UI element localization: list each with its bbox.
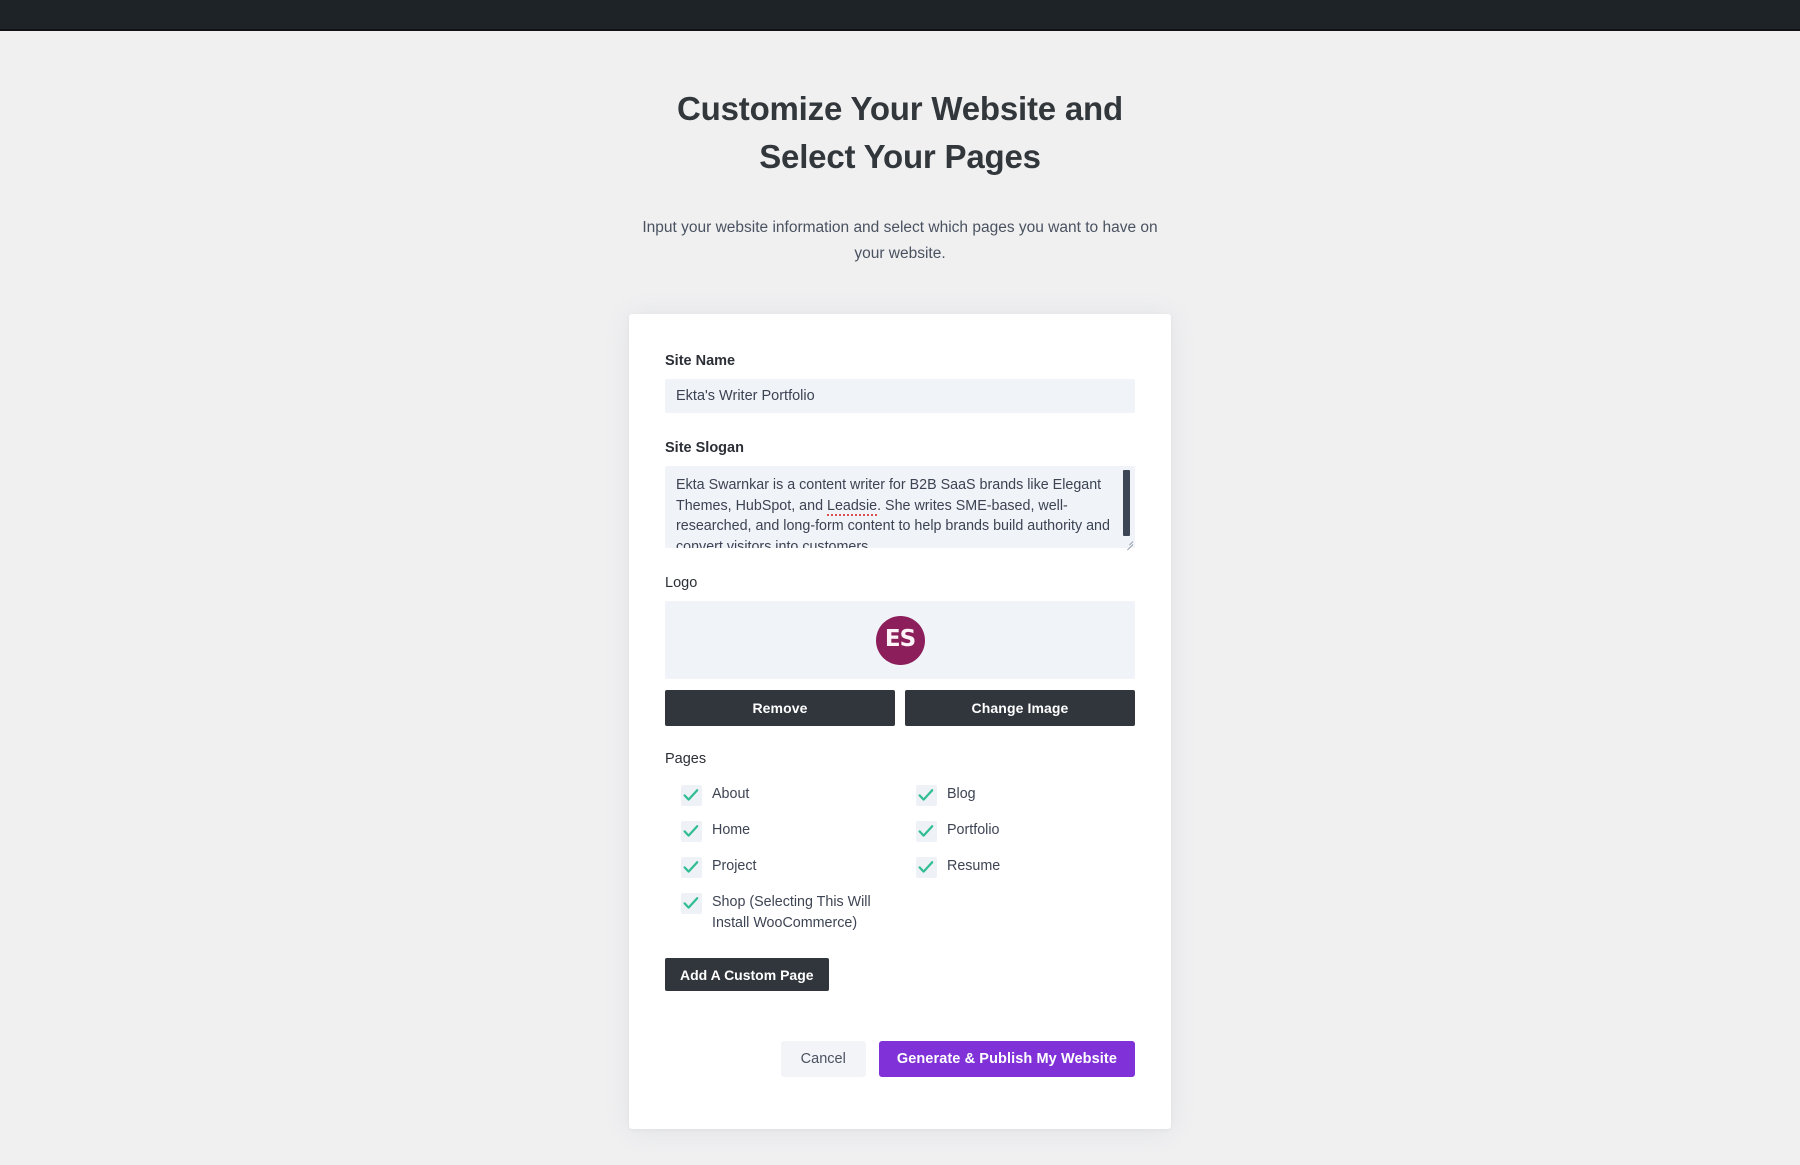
pages-checkbox-grid: About Blog Home Portfolio Project Resume… — [665, 777, 1135, 941]
page-label: Resume — [947, 858, 1001, 874]
page-label: About — [712, 786, 750, 802]
page-label: Blog — [947, 786, 976, 802]
page-container: Customize Your Website and Select Your P… — [0, 33, 1800, 1165]
checkmark-icon[interactable] — [681, 893, 702, 914]
textarea-scrollbar-thumb[interactable] — [1123, 470, 1130, 536]
page-label: Portfolio — [947, 822, 1000, 838]
site-slogan-label: Site Slogan — [665, 440, 744, 456]
logo-preview-box[interactable]: ES — [665, 601, 1135, 679]
site-name-input[interactable] — [665, 379, 1135, 413]
site-slogan-field-group: Site Slogan Ekta Swarnkar is a content w… — [665, 439, 1135, 551]
remove-logo-button[interactable]: Remove — [665, 690, 895, 726]
page-checkbox-resume[interactable]: Resume — [900, 849, 1135, 885]
form-footer-actions: Cancel Generate & Publish My Website — [665, 1041, 1135, 1077]
checkmark-icon[interactable] — [681, 821, 702, 842]
checkmark-icon[interactable] — [916, 785, 937, 806]
page-checkbox-shop[interactable]: Shop (Selecting This Will Install WooCom… — [665, 885, 900, 941]
page-label: Project — [712, 858, 757, 874]
generate-publish-button[interactable]: Generate & Publish My Website — [878, 1041, 1135, 1077]
change-image-button[interactable]: Change Image — [905, 690, 1135, 726]
logo-initials: ES — [884, 625, 916, 652]
page-checkbox-home[interactable]: Home — [665, 813, 900, 849]
site-name-field-group: Site Name — [665, 352, 1135, 413]
page-label: Shop (Selecting This Will Install WooCom… — [712, 894, 871, 931]
add-custom-page-button[interactable]: Add A Custom Page — [665, 958, 829, 991]
site-name-label: Site Name — [665, 353, 736, 369]
misspelled-word: Leadsie — [827, 497, 878, 516]
checkmark-icon[interactable] — [916, 857, 937, 878]
site-slogan-textarea[interactable]: Ekta Swarnkar is a content writer for B2… — [665, 466, 1135, 548]
page-label: Home — [712, 822, 751, 838]
page-subtitle: Input your website information and selec… — [642, 219, 1158, 262]
cancel-button[interactable]: Cancel — [780, 1041, 866, 1077]
logo-image: ES — [875, 615, 925, 665]
checkmark-icon[interactable] — [681, 785, 702, 806]
page-checkbox-about[interactable]: About — [665, 777, 900, 813]
logo-label: Logo — [665, 575, 698, 591]
checkmark-icon[interactable] — [916, 821, 937, 842]
page-checkbox-project[interactable]: Project — [665, 849, 900, 885]
logo-field-group: Logo ES Remove Change Image — [665, 574, 1135, 726]
logo-button-row: Remove Change Image — [665, 690, 1135, 726]
page-checkbox-blog[interactable]: Blog — [900, 777, 1135, 813]
page-checkbox-portfolio[interactable]: Portfolio — [900, 813, 1135, 849]
customize-form-card: Site Name Site Slogan Ekta Swarnkar is a… — [629, 314, 1171, 1129]
form-card-wrapper: Site Name Site Slogan Ekta Swarnkar is a… — [629, 314, 1171, 1129]
hero-section: Customize Your Website and Select Your P… — [630, 85, 1170, 267]
pages-label: Pages — [665, 751, 707, 767]
page-title: Customize Your Website and Select Your P… — [677, 90, 1123, 175]
site-slogan-textarea-wrapper: Ekta Swarnkar is a content writer for B2… — [665, 466, 1135, 551]
wp-admin-bar[interactable] — [0, 0, 1800, 31]
checkmark-icon[interactable] — [681, 857, 702, 878]
